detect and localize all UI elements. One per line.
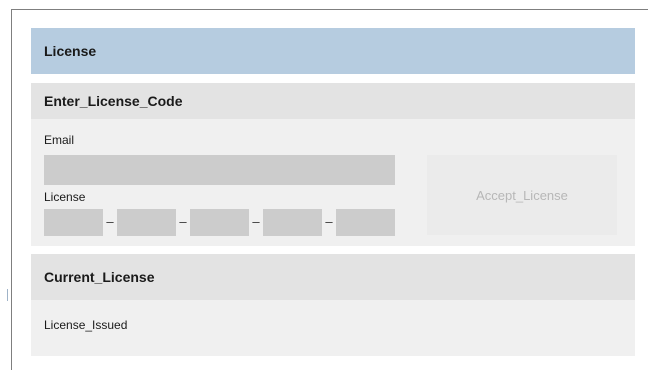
- current-license-section-title: Current_License: [44, 269, 155, 285]
- license-separator: –: [325, 214, 333, 229]
- license-separator: –: [106, 214, 114, 229]
- license-label: License: [44, 190, 86, 204]
- enter-license-section-header: Enter_License_Code: [31, 83, 635, 119]
- accept-license-button[interactable]: Accept_License: [427, 155, 617, 235]
- license-separator: –: [252, 214, 260, 229]
- license-separator: –: [179, 214, 187, 229]
- license-panel-header: License: [31, 28, 635, 74]
- license-code-segment-1[interactable]: [44, 209, 103, 236]
- current-license-section-header: Current_License: [31, 254, 635, 300]
- license-code-segment-2[interactable]: [117, 209, 176, 236]
- license-code-segment-4[interactable]: [263, 209, 322, 236]
- license-panel-title: License: [44, 43, 97, 59]
- license-issued-label: License_Issued: [44, 318, 128, 332]
- license-code-segment-5[interactable]: [336, 209, 395, 236]
- edge-marker: [7, 289, 12, 301]
- enter-license-section-title: Enter_License_Code: [44, 93, 183, 109]
- email-label: Email: [44, 133, 75, 147]
- license-code-segment-3[interactable]: [190, 209, 249, 236]
- email-field[interactable]: [44, 155, 395, 185]
